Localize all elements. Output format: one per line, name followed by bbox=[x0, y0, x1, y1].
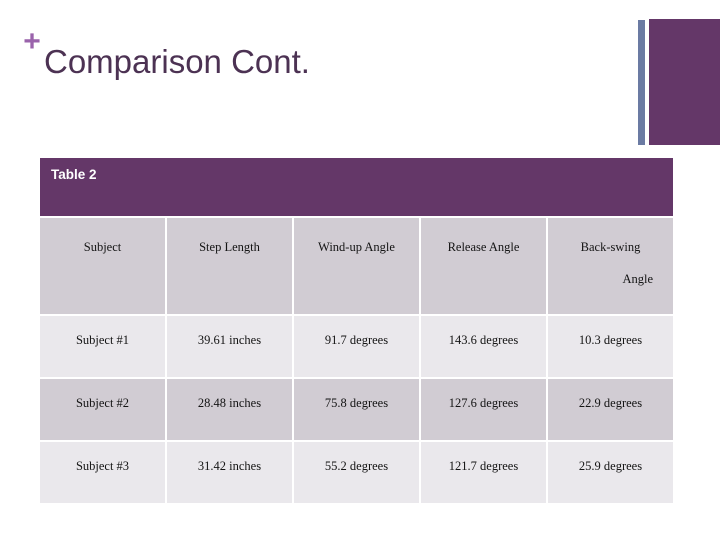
table-row: Subject #3 31.42 inches 55.2 degrees 121… bbox=[40, 442, 673, 503]
column-header-wind-up-angle: Wind-up Angle bbox=[294, 218, 419, 314]
cell-release-angle: 143.6 degrees bbox=[421, 316, 546, 377]
comparison-table: Table 2 Subject Step Length Wind-up Angl… bbox=[38, 156, 675, 505]
table-caption: Table 2 bbox=[40, 158, 673, 216]
table-caption-row: Table 2 bbox=[40, 158, 673, 216]
cell-back-swing-angle: 10.3 degrees bbox=[548, 316, 673, 377]
cell-wind-up-angle: 75.8 degrees bbox=[294, 379, 419, 440]
column-header-subject: Subject bbox=[40, 218, 165, 314]
comparison-table-container: Table 2 Subject Step Length Wind-up Angl… bbox=[38, 156, 675, 505]
column-header-release-angle: Release Angle bbox=[421, 218, 546, 314]
cell-subject: Subject #3 bbox=[40, 442, 165, 503]
cell-wind-up-angle: 55.2 degrees bbox=[294, 442, 419, 503]
cell-back-swing-angle: 22.9 degrees bbox=[548, 379, 673, 440]
table-row: Subject #1 39.61 inches 91.7 degrees 143… bbox=[40, 316, 673, 377]
cell-step-length: 31.42 inches bbox=[167, 442, 292, 503]
cell-release-angle: 121.7 degrees bbox=[421, 442, 546, 503]
cell-step-length: 39.61 inches bbox=[167, 316, 292, 377]
cell-subject: Subject #1 bbox=[40, 316, 165, 377]
page-title: Comparison Cont. bbox=[44, 43, 310, 80]
cell-release-angle: 127.6 degrees bbox=[421, 379, 546, 440]
column-header-step-length: Step Length bbox=[167, 218, 292, 314]
slide-canvas: + Comparison Cont. Table 2 Subject Step … bbox=[0, 0, 720, 540]
column-header-back-swing-line2: Angle bbox=[622, 272, 653, 286]
cell-back-swing-angle: 25.9 degrees bbox=[548, 442, 673, 503]
decorative-blue-bar bbox=[638, 20, 645, 145]
column-header-back-swing-line1: Back-swing bbox=[580, 240, 641, 254]
decorative-purple-block bbox=[649, 19, 720, 145]
table-header-row: Subject Step Length Wind-up Angle Releas… bbox=[40, 218, 673, 314]
table-row: Subject #2 28.48 inches 75.8 degrees 127… bbox=[40, 379, 673, 440]
cell-subject: Subject #2 bbox=[40, 379, 165, 440]
column-header-back-swing-angle: Back-swing Angle bbox=[548, 218, 673, 314]
cell-wind-up-angle: 91.7 degrees bbox=[294, 316, 419, 377]
cell-step-length: 28.48 inches bbox=[167, 379, 292, 440]
plus-icon: + bbox=[23, 25, 41, 58]
